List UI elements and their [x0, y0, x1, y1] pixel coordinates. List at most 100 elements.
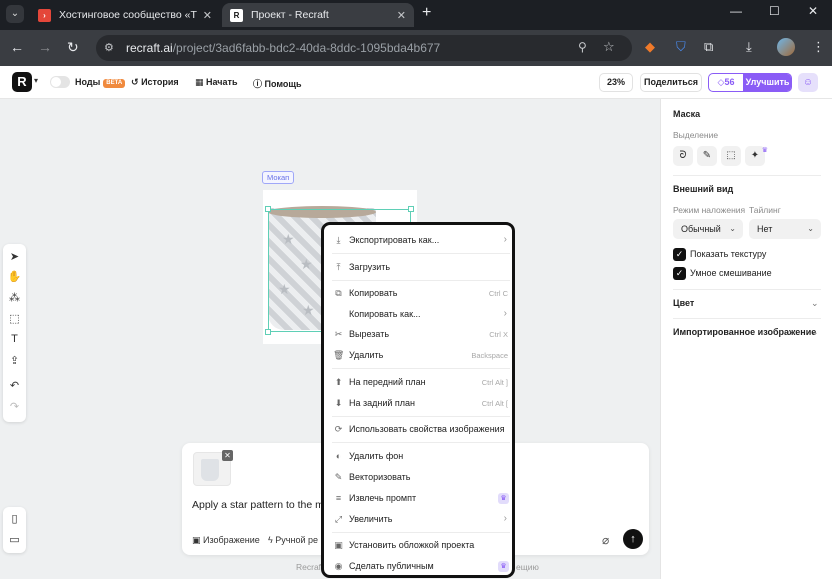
text-tool-icon[interactable]: T	[3, 333, 26, 345]
rect-select-icon[interactable]: ⬚	[721, 146, 741, 166]
reference-thumbnail[interactable]: ✕	[193, 450, 233, 486]
menu-item-upload[interactable]: ⤒ Загрузить	[330, 259, 512, 277]
menu-item-remove-background[interactable]: ◐ Удалить фон	[330, 448, 512, 466]
panel-divider	[673, 318, 821, 319]
pointer-tool-icon[interactable]: ➤	[3, 250, 26, 263]
menu-item-vectorize[interactable]: ✎ Векторизовать	[330, 469, 512, 487]
panel-divider	[673, 175, 821, 176]
prompt-input[interactable]: Apply a star pattern to the mug	[192, 499, 336, 511]
tab-recraft-project[interactable]: R Проект - Recraft ✕	[222, 3, 414, 27]
show-texture-checkbox[interactable]: ✓	[673, 248, 686, 261]
frame-tool-icon[interactable]: ⬚	[3, 312, 26, 325]
close-tab-icon[interactable]: ✕	[203, 9, 212, 22]
tab-search-icon[interactable]: ⌄	[6, 5, 24, 23]
selection-label: Выделение	[673, 130, 719, 140]
app-header: R ▾ Ноды BETA ↺ История ▦ Начать ⓘ Помощь…	[0, 66, 832, 99]
menu-item-send-back[interactable]: ⬇ На задний план Ctrl Alt [	[330, 395, 512, 413]
extensions-puzzle-icon[interactable]: ⧉	[704, 39, 713, 55]
close-window-icon[interactable]: ✕	[808, 4, 818, 18]
shield-extension-icon[interactable]: ⛉	[676, 39, 686, 55]
menu-divider	[332, 442, 510, 443]
downloads-icon[interactable]: ⤓	[746, 39, 752, 55]
close-tab-icon[interactable]: ✕	[397, 9, 406, 22]
menu-item-set-cover[interactable]: ▣ Установить обложкой проекта	[330, 537, 512, 555]
tiling-select[interactable]: Нет ⌄	[749, 219, 821, 239]
menu-item-copy-as[interactable]: Копировать как... ›	[330, 306, 512, 324]
user-icon[interactable]: ☺	[798, 73, 818, 92]
refresh-icon: ⟳	[334, 424, 343, 434]
redo-icon[interactable]: ↷	[3, 400, 26, 413]
upgrade-button[interactable]: Улучшить	[743, 74, 791, 91]
magic-wand-icon[interactable]: ✦ ♛	[745, 146, 768, 166]
hand-tool-icon[interactable]: ✋	[3, 270, 26, 283]
layers-panel-icon[interactable]: ▯	[3, 512, 26, 525]
menu-item-export-as[interactable]: ⤓ Экспортировать как... ›	[330, 232, 512, 250]
menu-divider	[332, 532, 510, 533]
lasso-icon[interactable]: ᘐ	[673, 146, 693, 166]
reload-icon[interactable]: ↻	[67, 39, 79, 56]
upload-tool-icon[interactable]: ⇪	[3, 354, 26, 367]
address-bar[interactable]: ⚙ recraft.ai/project/3ad6fabb-bdc2-40da-…	[96, 35, 632, 61]
menu-item-copy[interactable]: ⧉ Копировать Ctrl C	[330, 285, 512, 303]
blend-mode-select[interactable]: Обычный ⌄	[673, 219, 743, 239]
context-menu: ⤓ Экспортировать как... › ⤒ Загрузить ⧉ …	[321, 222, 515, 578]
history-button[interactable]: ↺ История	[131, 77, 179, 88]
maximize-icon[interactable]: ☐	[769, 4, 780, 18]
fox-extension-icon[interactable]: ◆	[645, 39, 655, 55]
help-button[interactable]: ⓘ Помощь	[253, 77, 302, 90]
browser-menu-icon[interactable]: ⋮	[812, 39, 825, 55]
menu-item-bring-front[interactable]: ⬆ На передний план Ctrl Alt ]	[330, 374, 512, 392]
profile-avatar[interactable]	[777, 38, 795, 56]
menu-item-cut[interactable]: ✂ Вырезать Ctrl X	[330, 326, 512, 344]
trash-icon: 🗑	[333, 350, 345, 360]
imported-image-section-title[interactable]: Импортированное изображение	[673, 327, 816, 337]
recraft-logo[interactable]: R	[12, 72, 32, 92]
bookmark-star-icon[interactable]: ☆	[603, 39, 615, 55]
premium-crown-icon: ♛	[761, 147, 768, 154]
menu-item-make-public[interactable]: ◉ Сделать публичным ♛	[330, 558, 512, 576]
cover-icon: ▣	[334, 540, 343, 550]
start-button[interactable]: ▦ Начать	[195, 77, 237, 88]
share-button[interactable]: Поделиться	[640, 73, 702, 92]
menu-item-extract-prompt[interactable]: ≡ Извлечь промпт ♛	[330, 490, 512, 508]
tab-hosting-community[interactable]: › Хостинговое сообщество «Tim ✕	[30, 3, 220, 27]
frame-label[interactable]: Мокап	[262, 171, 295, 184]
chevron-down-icon[interactable]: ⌄	[811, 327, 819, 338]
credits-count[interactable]: ◇56	[709, 74, 743, 91]
resize-handle[interactable]	[265, 206, 271, 212]
remove-reference-icon[interactable]: ✕	[222, 450, 233, 461]
menu-item-use-image-properties[interactable]: ⟳ Использовать свойства изображения	[330, 421, 512, 439]
resize-handle[interactable]	[408, 206, 414, 212]
site-settings-icon[interactable]: ⚙	[104, 41, 114, 54]
forward-icon[interactable]: →	[38, 39, 52, 55]
color-section-title[interactable]: Цвет	[673, 298, 694, 308]
back-icon[interactable]: ←	[10, 39, 24, 55]
shapes-tool-icon[interactable]: ⁂	[3, 291, 26, 304]
credits-upgrade-group[interactable]: ◇56 Улучшить	[708, 73, 792, 92]
image-mode-option[interactable]: ▣ Изображение	[192, 535, 260, 546]
url-text[interactable]: recraft.ai/project/3ad6fabb-bdc2-40da-8d…	[126, 41, 440, 55]
minimize-icon[interactable]: —	[730, 4, 742, 18]
download-icon: ⤓	[336, 235, 341, 245]
chevron-down-icon[interactable]: ▾	[34, 76, 38, 85]
nodes-toggle[interactable]	[50, 76, 70, 88]
image-icon: ▣	[192, 535, 201, 545]
vectorize-icon: ✎	[334, 472, 343, 482]
resize-handle[interactable]	[265, 329, 271, 335]
manual-mode-option[interactable]: ϟ Ручной ре	[268, 535, 318, 545]
menu-item-delete[interactable]: 🗑 Удалить Backspace	[330, 347, 512, 365]
bottom-panel-icon[interactable]: ▭	[3, 533, 26, 546]
brush-icon[interactable]: ✎	[697, 146, 717, 166]
zoom-level[interactable]: 23%	[599, 73, 633, 92]
menu-item-upscale[interactable]: ⤢ Увеличить ›	[330, 511, 512, 529]
undo-icon[interactable]: ↶	[3, 379, 26, 392]
properties-panel: Маска Выделение ᘐ ✎ ⬚ ✦ ♛ Внешний вид Реж…	[660, 99, 832, 579]
new-tab-icon[interactable]: +	[422, 4, 431, 22]
chevron-down-icon[interactable]: ⌄	[811, 298, 819, 309]
attach-icon[interactable]: ⌀	[602, 533, 609, 547]
send-button[interactable]: ↑	[623, 529, 643, 549]
remove-bg-icon: ◐	[335, 451, 342, 461]
tool-rail: ➤ ✋ ⁂ ⬚ T ⇪ ↶ ↷	[3, 244, 26, 422]
zoom-icon[interactable]: ⚲	[578, 40, 587, 54]
smart-blend-checkbox[interactable]: ✓	[673, 267, 686, 280]
